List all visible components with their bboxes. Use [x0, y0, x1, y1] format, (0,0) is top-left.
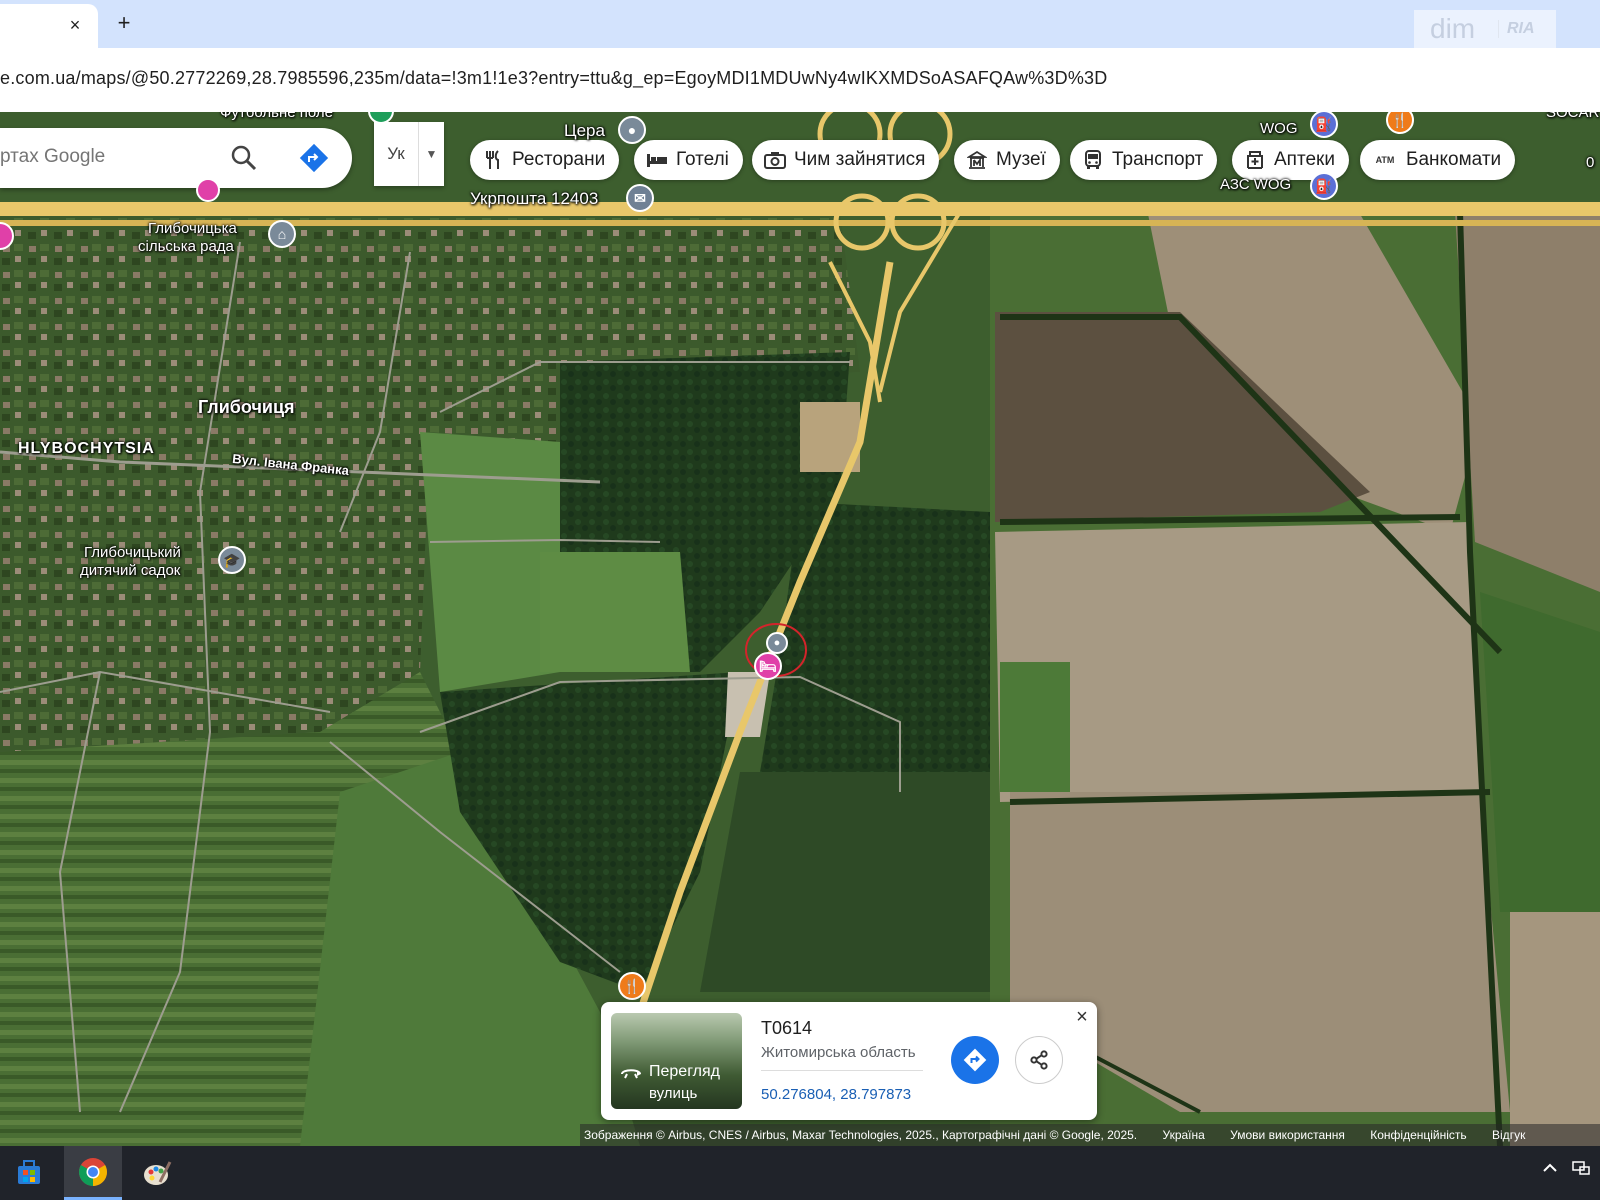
map-label-kindergarten-line2: дитячий садок — [80, 562, 181, 579]
directions-icon[interactable] — [298, 142, 330, 174]
url-text[interactable]: e.com.ua/maps/@50.2772269,28.7985596,235… — [0, 68, 1107, 89]
chip-label: Банкомати — [1406, 149, 1502, 170]
layer-label: Ук — [387, 144, 405, 163]
map-label-socar: SOCAR — [1546, 112, 1600, 121]
directions-icon — [963, 1048, 987, 1072]
store-icon[interactable] — [0, 1146, 58, 1200]
chrome-icon[interactable] — [64, 1146, 122, 1200]
bed-icon — [646, 149, 668, 171]
country-link[interactable]: Україна — [1163, 1128, 1205, 1142]
chip-things-to-do[interactable]: Чим зайнятися — [752, 140, 940, 180]
map-label-wog: WOG — [1260, 120, 1298, 137]
hotel-pin-target-icon[interactable]: 🛏 — [754, 652, 782, 680]
chip-label: Ресторани — [512, 149, 606, 170]
fork-knife-icon — [482, 149, 504, 171]
address-bar[interactable]: e.com.ua/maps/@50.2772269,28.7985596,235… — [0, 48, 1600, 112]
chip-hotels[interactable]: Готелі — [634, 140, 743, 180]
search-icon[interactable] — [228, 142, 260, 174]
chevron-down-icon[interactable]: ▼ — [418, 122, 444, 186]
network-icon[interactable] — [1572, 1160, 1590, 1181]
museum-icon — [966, 149, 988, 171]
browser-tab[interactable]: × — [0, 4, 98, 48]
feedback-link[interactable]: Відгук — [1492, 1128, 1525, 1142]
chip-museums[interactable]: Музеї — [954, 140, 1060, 180]
council-pin-icon[interactable]: ⌂ — [268, 220, 296, 248]
bus-icon — [1082, 149, 1104, 171]
chip-label: Аптеки — [1274, 149, 1335, 170]
share-button[interactable] — [1015, 1036, 1063, 1084]
satellite-map[interactable]: Ук ▼ Ресторани Готелі Чим зайнятися — [0, 112, 1600, 1146]
map-label-village-latin: HLYBOCHYTSIA — [18, 440, 155, 457]
street-view-label: Перегляд — [619, 1063, 720, 1081]
terms-link[interactable]: Умови використання — [1230, 1128, 1345, 1142]
place-info-card: Перегляд вулиць Т0614 Житомирська област… — [601, 1002, 1097, 1120]
directions-button[interactable] — [951, 1036, 999, 1084]
chip-transport[interactable]: Транспорт — [1070, 140, 1218, 180]
browser-tab-bar: × + dim RIA — [0, 0, 1600, 48]
search-input[interactable] — [0, 146, 210, 168]
post-office-pin-icon[interactable]: ✉ — [626, 184, 654, 212]
street-view-text: Перегляд — [649, 1063, 721, 1080]
watermark-ria-text: RIA — [1498, 20, 1535, 38]
chip-label: Чим зайнятися — [794, 149, 926, 170]
chip-restaurants[interactable]: Ресторани — [470, 140, 620, 180]
map-label-village: Глибочиця — [198, 397, 295, 417]
paint-icon[interactable] — [128, 1146, 186, 1200]
map-label-council-line1: Глибочицька — [148, 220, 237, 237]
satellite-imagery — [0, 112, 1600, 1146]
tsera-pin-icon[interactable]: ● — [618, 116, 646, 144]
map-label-azs-wog: АЗС WOG — [1220, 176, 1292, 193]
map-label-football-field: Футбольне поле — [220, 112, 333, 121]
map-attribution: Зображення © Airbus, CNES / Airbus, Maxa… — [580, 1124, 1600, 1146]
share-icon — [1030, 1050, 1048, 1070]
tab-close-icon[interactable]: × — [62, 12, 88, 38]
chip-label: Транспорт — [1112, 149, 1204, 170]
language-layer-toggle[interactable]: Ук ▼ — [374, 122, 444, 186]
watermark-dim-text: dim — [1430, 13, 1476, 44]
privacy-link[interactable]: Конфіденційність — [1370, 1128, 1466, 1142]
chevron-up-icon[interactable] — [1542, 1160, 1558, 1181]
street-view-subtext: вулиць — [649, 1085, 698, 1102]
map-label-tsera: Цера — [564, 121, 605, 140]
pharmacy-icon — [1244, 149, 1266, 171]
map-label-kindergarten-line1: Глибочицький — [84, 544, 181, 561]
imagery-credit: Зображення © Airbus, CNES / Airbus, Maxa… — [584, 1128, 1138, 1142]
street-view-icon — [621, 1069, 641, 1079]
map-label-council-line2: сільська рада — [138, 238, 234, 255]
chip-label: Музеї — [996, 149, 1046, 170]
search-box[interactable] — [0, 128, 352, 188]
chip-label: Готелі — [676, 149, 729, 170]
place-region: Житомирська область — [761, 1044, 916, 1061]
kindergarten-pin-icon[interactable]: 🎓 — [218, 546, 246, 574]
atm-badge: ATM — [1375, 155, 1395, 165]
azs-wog-pin-icon[interactable]: ⛽ — [1310, 172, 1338, 200]
new-tab-button[interactable]: + — [110, 10, 138, 38]
hotel-pin-top-icon[interactable] — [196, 178, 220, 202]
restaurant-pin-bottom-icon[interactable]: 🍴 — [618, 972, 646, 1000]
map-label-road-number: 0 — [1586, 154, 1595, 171]
street-view-thumbnail[interactable]: Перегляд вулиць — [611, 1013, 742, 1109]
divider — [761, 1070, 923, 1071]
dim-ria-watermark: dim RIA — [1414, 10, 1556, 48]
chip-atms[interactable]: ATM Банкомати — [1360, 140, 1516, 180]
place-coordinates[interactable]: 50.276804, 28.797873 — [761, 1086, 911, 1103]
system-tray — [1542, 1160, 1590, 1181]
camera-icon — [764, 149, 786, 171]
map-label-ukrposhta: Укрпошта 12403 — [470, 189, 599, 208]
close-icon[interactable]: × — [1071, 1006, 1093, 1028]
windows-taskbar — [0, 1146, 1600, 1200]
place-title: Т0614 — [761, 1018, 813, 1038]
selected-location-pin-icon[interactable]: ● — [766, 632, 788, 654]
atm-icon: ATM — [1372, 149, 1398, 171]
